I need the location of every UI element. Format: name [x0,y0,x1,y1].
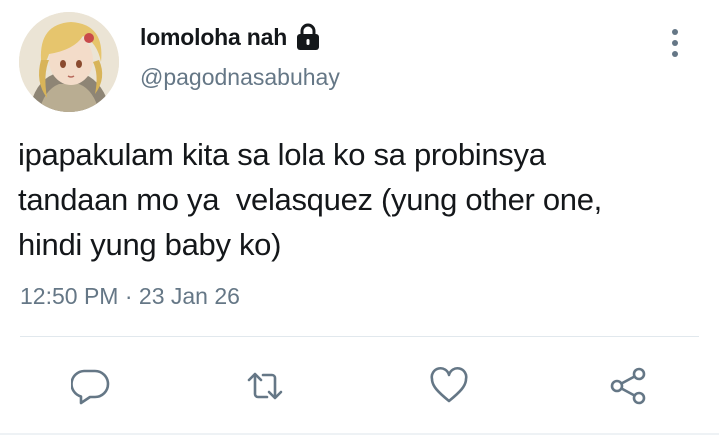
tweet-date: 23 Jan 26 [138,283,240,309]
like-button[interactable] [429,366,469,406]
divider [20,336,699,337]
retweet-button[interactable] [245,366,285,406]
display-name-row: lomoloha nah [140,20,321,54]
meta-separator: · [124,283,133,309]
reply-icon [70,369,110,405]
share-button[interactable] [608,366,648,406]
retweet-icon [247,372,283,400]
heart-icon [430,366,468,403]
tweet-timestamp[interactable]: 12:50 PM · 23 Jan 26 [20,283,240,310]
avatar[interactable] [19,12,119,112]
tweet-text: ipapakulam kita sa lola ko sa probinsya … [18,137,602,262]
tweet-card: lomoloha nah @pagodnasabuhay ipapakulam … [0,0,719,435]
display-name[interactable]: lomoloha nah [140,24,287,51]
reply-button[interactable] [70,366,111,406]
tweet-time: 12:50 PM [20,283,119,309]
lock-icon [295,23,321,51]
share-icon [610,367,646,405]
avatar-image [19,12,119,112]
user-handle[interactable]: @pagodnasabuhay [140,64,340,91]
more-vertical-icon[interactable] [663,26,687,60]
